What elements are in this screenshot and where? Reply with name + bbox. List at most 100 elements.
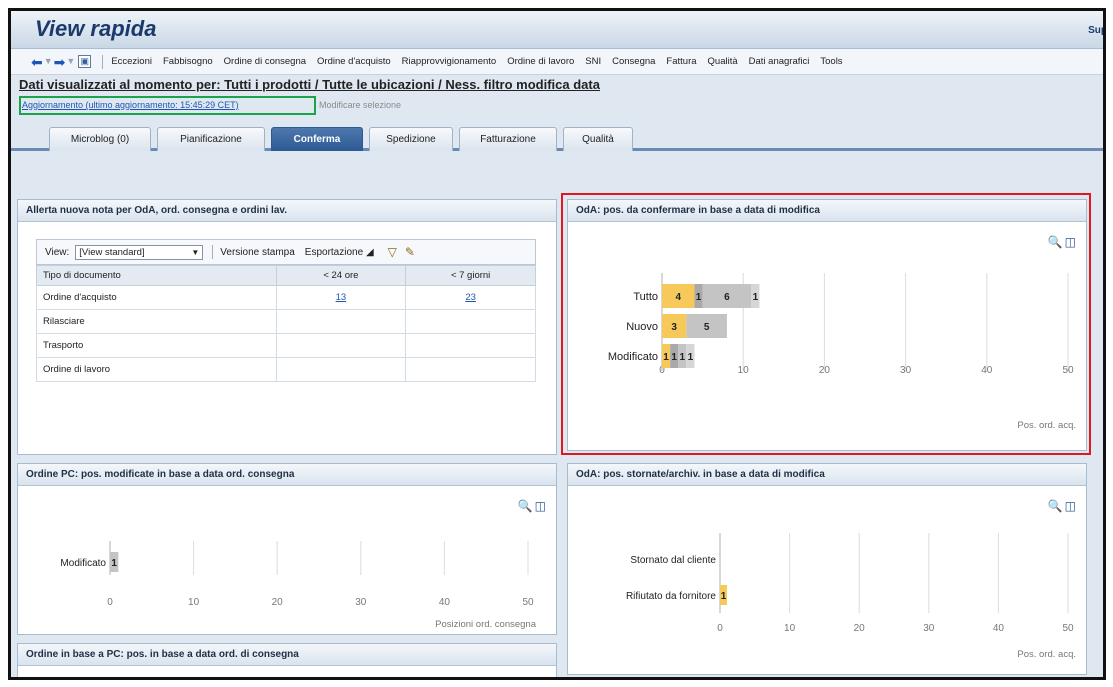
pc-delivery-panel-title: Ordine in base a PC: pos. in base a data…	[18, 644, 556, 666]
export-button[interactable]: Esportazione ◢	[305, 247, 374, 258]
data-label: 1	[753, 292, 759, 303]
data-label: 3	[671, 322, 677, 333]
tab-conferma[interactable]: Conferma	[271, 127, 363, 151]
oda-cancelled-chart: 0 10 20 30 40 50 Stornato dal cliente Rifiutato…	[626, 533, 1076, 660]
alert-table: Tipo di documento < 24 ore < 7 giorni Or…	[36, 265, 536, 382]
support-link[interactable]: Sup	[1088, 25, 1103, 36]
back-menu-icon[interactable]: ▼	[44, 57, 53, 66]
chart-tools: 🔍 ◫	[1046, 499, 1076, 513]
tick-label: 20	[854, 623, 866, 634]
filter-description: Dati visualizzati al momento per: Tutti …	[19, 77, 600, 92]
page-icon[interactable]: ▣	[78, 55, 92, 68]
count-7d-cell	[405, 357, 536, 382]
count-24h-cell	[275, 309, 407, 334]
count-24h-cell	[275, 333, 407, 358]
count-24h-cell: 13	[275, 285, 407, 310]
alert-panel-title: Allerta nuova nota per OdA, ord. consegn…	[18, 200, 556, 222]
toolbar-item-tools[interactable]: Tools	[820, 56, 842, 67]
tick-label: 20	[272, 597, 284, 608]
table-row: Rilasciare	[36, 309, 536, 334]
tab-spedizione[interactable]: Spedizione	[369, 127, 453, 151]
chevron-down-icon: ▼	[191, 247, 200, 257]
count-7d-link[interactable]: 23	[465, 292, 476, 303]
column-header[interactable]: < 24 ore	[275, 265, 407, 286]
app-title: View rapida	[35, 16, 157, 41]
zoom-icon[interactable]: 🔍	[518, 499, 533, 513]
tick-label: 40	[981, 365, 993, 376]
tab-strip: Microblog (0) Pianificazione Conferma Sp…	[11, 123, 1103, 151]
pc-modified-panel-title: Ordine PC: pos. modificate in base a dat…	[18, 464, 556, 486]
oda-confirm-chart: 01020304050Tutto4161Nuovo35Modificato111…	[608, 273, 1076, 431]
export-icon[interactable]: ◫	[1065, 235, 1076, 249]
tab-fatturazione[interactable]: Fatturazione	[459, 127, 557, 151]
document-type-cell: Rilasciare	[36, 309, 277, 334]
forward-arrow-icon[interactable]: ➡	[54, 55, 66, 69]
count-24h-link[interactable]: 13	[336, 292, 347, 303]
toolbar-item-sni[interactable]: SNI	[585, 56, 601, 67]
toolbar-item-fattura[interactable]: Fattura	[666, 56, 696, 67]
toolbar-item-consegna[interactable]: Consegna	[612, 56, 655, 67]
data-label: 1	[671, 352, 677, 363]
table-row: Ordine di lavoro	[36, 357, 536, 382]
export-icon[interactable]: ◫	[535, 499, 546, 513]
document-type-cell: Ordine d'acquisto	[36, 285, 277, 310]
tick-label: 40	[993, 623, 1005, 634]
back-arrow-icon[interactable]: ⬅	[31, 55, 43, 69]
export-icon[interactable]: ◫	[1065, 499, 1076, 513]
settings-icon[interactable]: ✎	[405, 245, 415, 259]
title-bar: View rapida Sup	[11, 11, 1103, 49]
column-header[interactable]: Tipo di documento	[36, 265, 277, 286]
data-label: 1	[696, 292, 702, 303]
data-label: 6	[724, 292, 730, 303]
tick-label: 0	[107, 597, 113, 608]
count-7d-cell: 23	[405, 285, 536, 310]
tab-qualita[interactable]: Qualità	[563, 127, 633, 151]
chart-tools: 🔍 ◫	[516, 499, 546, 513]
forward-menu-icon[interactable]: ▼	[66, 57, 75, 66]
x-axis-label: Posizioni ord. consegna	[435, 619, 537, 630]
view-select[interactable]: [View standard] ▼	[75, 244, 204, 260]
toolbar-item-dati-anagrafici[interactable]: Dati anagrafici	[749, 56, 810, 67]
tick-label: 30	[355, 597, 367, 608]
count-24h-cell	[275, 357, 407, 382]
oda-confirm-panel: OdA: pos. da confermare in base a data d…	[567, 199, 1087, 451]
tab-pianificazione[interactable]: Pianificazione	[157, 127, 265, 151]
print-version-button[interactable]: Versione stampa	[220, 247, 295, 258]
toolbar-item-fabbisogno[interactable]: Fabbisogno	[163, 56, 213, 67]
toolbar-item-ordine-di-lavoro[interactable]: Ordine di lavoro	[507, 56, 574, 67]
toolbar-item-riapprovvigionamento[interactable]: Riapprovvigionamento	[402, 56, 497, 67]
oda-cancelled-panel-title: OdA: pos. stornate/archiv. in base a dat…	[568, 464, 1086, 486]
oda-cancelled-panel: OdA: pos. stornate/archiv. in base a dat…	[567, 463, 1087, 675]
data-label: 1	[111, 558, 117, 569]
toolbar-item-eccezioni[interactable]: Eccezioni	[111, 56, 152, 67]
tick-label: 30	[900, 365, 912, 376]
toolbar-item-ordine-di-consegna[interactable]: Ordine di consegna	[224, 56, 306, 67]
tick-label: 50	[1062, 623, 1074, 634]
export-menu-icon: ◢	[365, 246, 374, 258]
pc-modified-panel: Ordine PC: pos. modificate in base a dat…	[17, 463, 557, 635]
column-header[interactable]: < 7 giorni	[405, 265, 536, 286]
table-header-row: Tipo di documento < 24 ore < 7 giorni	[36, 265, 536, 286]
refresh-link[interactable]: Aggiornamento (ultimo aggiornamento: 15:…	[22, 100, 239, 110]
data-label: 1	[688, 352, 694, 363]
document-type-cell: Ordine di lavoro	[36, 357, 277, 382]
data-label: 5	[704, 322, 710, 333]
zoom-icon[interactable]: 🔍	[1048, 499, 1063, 513]
app-window: View rapida Sup ⬅ ▼ ➡ ▼ ▣ Eccezioni Fabb…	[8, 8, 1106, 680]
category-label: Modificato	[60, 558, 106, 569]
chart-tools: 🔍 ◫	[1046, 235, 1076, 249]
tick-label: 20	[819, 365, 831, 376]
category-label: Tutto	[633, 291, 658, 303]
category-label: Rifiutato da fornitore	[626, 591, 716, 602]
toolbar-separator	[102, 54, 104, 69]
x-axis-label: Pos. ord. acq.	[1017, 649, 1076, 660]
tab-microblog[interactable]: Microblog (0)	[49, 127, 151, 151]
modify-selection-link[interactable]: Modificare selezione	[319, 100, 401, 110]
filter-icon[interactable]: ▽	[388, 245, 397, 259]
zoom-icon[interactable]: 🔍	[1048, 235, 1063, 249]
toolbar-item-ordine-d-acquisto[interactable]: Ordine d'acquisto	[317, 56, 391, 67]
category-label: Modificato	[608, 351, 658, 363]
oda-confirm-panel-title: OdA: pos. da confermare in base a data d…	[568, 200, 1086, 222]
category-label: Stornato dal cliente	[630, 555, 716, 566]
toolbar-item-qualita[interactable]: Qualità	[708, 56, 738, 67]
